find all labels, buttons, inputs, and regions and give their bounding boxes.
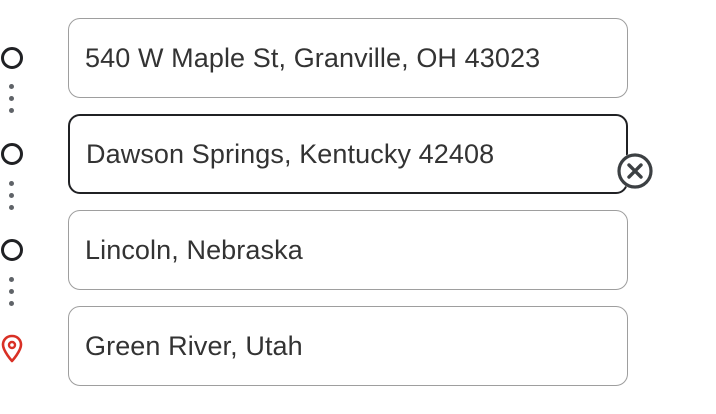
stop-4-text: Green River, Utah [85,330,303,361]
stop-2-input[interactable]: Dawson Springs, Kentucky 42408 [68,114,628,194]
stop-3-text: Lincoln, Nebraska [85,234,303,265]
stop-3-input[interactable]: Lincoln, Nebraska [68,210,628,290]
destination-location-pin-icon [1,334,23,363]
connector-dots-1 [9,84,15,120]
remove-stop-close-circle-icon[interactable] [615,151,655,191]
stop-1-input[interactable]: 540 W Maple St, Granville, OH 43023 [68,18,628,98]
connector-dots-2 [9,181,15,217]
stop-1-text: 540 W Maple St, Granville, OH 43023 [85,42,541,73]
connector-dots-3 [9,277,15,313]
route-stops-panel: 540 W Maple St, Granville, OH 43023 Daws… [0,0,716,414]
stop-2-circle-icon [1,143,23,165]
stop-4-input[interactable]: Green River, Utah [68,306,628,386]
stop-3-circle-icon [1,239,23,261]
stop-2-text: Dawson Springs, Kentucky 42408 [86,138,495,169]
stop-1-circle-icon [1,47,23,69]
